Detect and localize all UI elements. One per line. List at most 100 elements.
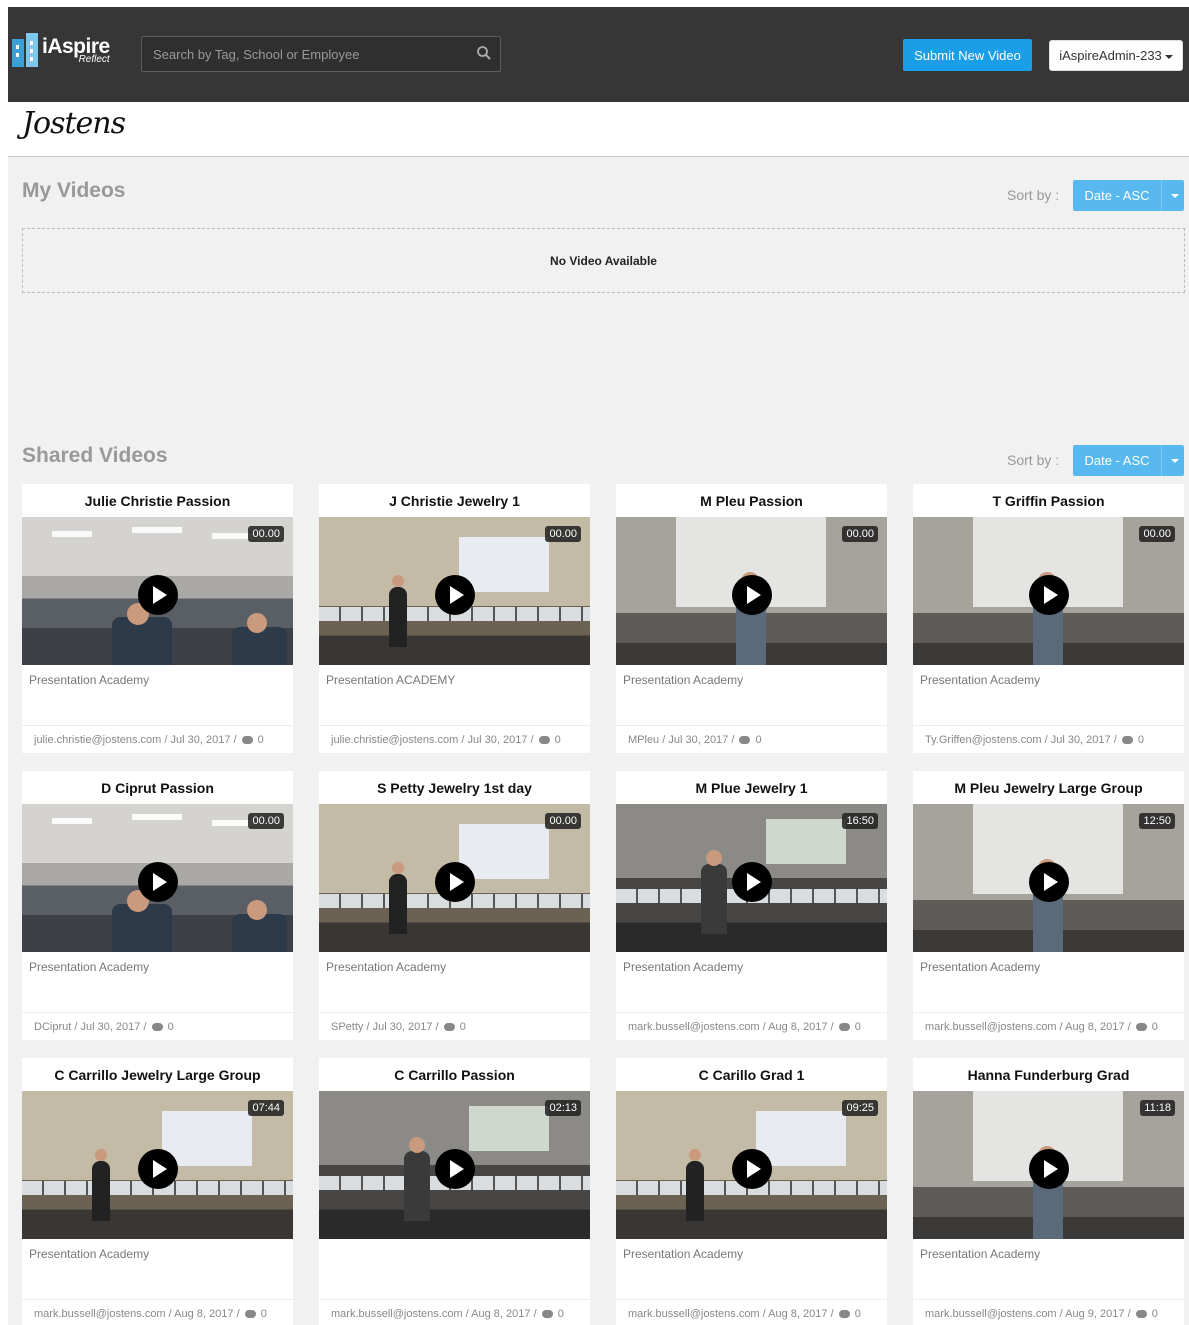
video-thumbnail[interactable]: 09:25 [616, 1091, 887, 1239]
video-title[interactable]: S Petty Jewelry 1st day [319, 771, 590, 804]
video-card[interactable]: C Carrillo Jewelry Large Group 07:44 Prese… [22, 1058, 293, 1325]
empty-videos-message: No Video Available [22, 228, 1185, 293]
video-category: Presentation Academy [920, 673, 1041, 687]
video-thumbnail[interactable]: 00.00 [319, 517, 590, 665]
video-meta: mark.bussell@jostens.com / Aug 8, 2017 /… [319, 1299, 590, 1325]
submit-new-video-button[interactable]: Submit New Video [903, 39, 1032, 71]
video-comment-count: 0 [167, 1021, 174, 1033]
comments-icon [443, 1023, 455, 1032]
video-card[interactable]: Hanna Funderburg Grad 11:18 Presentation A… [913, 1058, 1184, 1325]
play-icon[interactable] [1028, 575, 1069, 615]
play-icon[interactable] [434, 862, 475, 902]
video-author: julie.christie@jostens.com [34, 734, 162, 746]
video-title[interactable]: T Griffin Passion [913, 484, 1184, 517]
building-icon [12, 33, 38, 67]
video-thumbnail[interactable]: 00.00 [22, 517, 293, 665]
video-title[interactable]: M Pleu Passion [616, 484, 887, 517]
video-title[interactable]: M Plue Jewelry 1 [616, 771, 887, 804]
video-card[interactable]: M Pleu Passion 00.00 Presentation Academy M… [616, 484, 887, 753]
video-date: Aug 8, 2017 [768, 1021, 828, 1033]
video-title[interactable]: D Ciprut Passion [22, 771, 293, 804]
caret-down-icon [1170, 193, 1179, 198]
video-title[interactable]: C Carillo Grad 1 [616, 1058, 887, 1091]
video-meta: julie.christie@jostens.com / Jul 30, 201… [22, 725, 293, 753]
app-logo[interactable]: iAspire Reflect [12, 33, 110, 67]
video-duration: 07:44 [248, 1100, 284, 1116]
comments-icon [1135, 1023, 1147, 1032]
video-title[interactable]: C Carrillo Jewelry Large Group [22, 1058, 293, 1091]
video-card[interactable]: C Carrillo Passion 02:13 mark.bussell@jost… [319, 1058, 590, 1325]
comments-icon [244, 1310, 256, 1319]
video-meta: mark.bussell@jostens.com / Aug 8, 2017 /… [616, 1012, 887, 1040]
video-duration: 02:13 [545, 1100, 581, 1116]
video-date: Jul 30, 2017 [467, 734, 528, 746]
video-card[interactable]: C Carillo Grad 1 09:25 Presentation Academ… [616, 1058, 887, 1325]
my-videos-title: My Videos [22, 179, 126, 202]
video-title[interactable]: Julie Christie Passion [22, 484, 293, 517]
video-category: Presentation Academy [29, 673, 150, 687]
video-title[interactable]: M Pleu Jewelry Large Group [913, 771, 1184, 804]
video-thumbnail[interactable]: 16:50 [616, 804, 887, 952]
video-thumbnail[interactable]: 00.00 [616, 517, 887, 665]
video-card[interactable]: D Ciprut Passion 00.00 Presentation Academ… [22, 771, 293, 1040]
video-comment-count: 0 [260, 1308, 267, 1320]
video-author: mark.bussell@jostens.com [331, 1308, 463, 1320]
search-box [141, 36, 501, 72]
video-comment-count: 0 [557, 1308, 564, 1320]
video-thumbnail[interactable]: 00.00 [22, 804, 293, 952]
video-duration: 09:25 [842, 1100, 878, 1116]
video-date: Aug 9, 2017 [1065, 1308, 1125, 1320]
comments-icon [151, 1023, 163, 1032]
video-card[interactable]: T Griffin Passion 00.00 Presentation Acade… [913, 484, 1184, 753]
video-card[interactable]: S Petty Jewelry 1st day 00.00 Presentation… [319, 771, 590, 1040]
video-comment-count: 0 [1151, 1021, 1158, 1033]
play-icon[interactable] [731, 862, 772, 902]
play-icon[interactable] [137, 1149, 178, 1189]
video-author: mark.bussell@jostens.com [925, 1308, 1057, 1320]
play-icon[interactable] [731, 575, 772, 615]
play-icon[interactable] [434, 1149, 475, 1189]
video-duration: 12:50 [1139, 813, 1175, 829]
video-thumbnail[interactable]: 11:18 [913, 1091, 1184, 1239]
video-date: Jul 30, 2017 [170, 734, 231, 746]
shared-videos-sort-dropdown[interactable]: Date - ASC [1073, 445, 1184, 476]
video-thumbnail[interactable]: 02:13 [319, 1091, 590, 1239]
play-icon[interactable] [1028, 862, 1069, 902]
video-card[interactable]: J Christie Jewelry 1 00.00 Presentation AC… [319, 484, 590, 753]
video-thumbnail[interactable]: 12:50 [913, 804, 1184, 952]
video-category: Presentation Academy [623, 673, 744, 687]
video-thumbnail[interactable]: 07:44 [22, 1091, 293, 1239]
video-title[interactable]: J Christie Jewelry 1 [319, 484, 590, 517]
video-author: mark.bussell@jostens.com [925, 1021, 1057, 1033]
play-icon[interactable] [731, 1149, 772, 1189]
video-comment-count: 0 [1151, 1308, 1158, 1320]
play-icon[interactable] [434, 575, 475, 615]
video-card[interactable]: M Pleu Jewelry Large Group 12:50 Presentat… [913, 771, 1184, 1040]
user-menu-button[interactable]: iAspireAdmin-233 [1049, 40, 1183, 71]
video-thumbnail[interactable]: 00.00 [319, 804, 590, 952]
video-date: Jul 30, 2017 [1050, 734, 1111, 746]
video-title[interactable]: C Carrillo Passion [319, 1058, 590, 1091]
play-icon[interactable] [137, 862, 178, 902]
search-input[interactable] [142, 37, 462, 71]
video-category: Presentation Academy [920, 960, 1041, 974]
empty-message-text: No Video Available [550, 253, 657, 268]
my-videos-sort-dropdown[interactable]: Date - ASC [1073, 180, 1184, 211]
video-duration: 00.00 [248, 526, 284, 542]
video-category: Presentation Academy [920, 1247, 1041, 1261]
video-card[interactable]: Julie Christie Passion 00.00 Presentation … [22, 484, 293, 753]
play-icon[interactable] [1028, 1149, 1069, 1189]
video-date: Jul 30, 2017 [668, 734, 729, 746]
comments-icon [838, 1023, 850, 1032]
video-author: MPleu [628, 734, 660, 746]
video-card[interactable]: M Plue Jewelry 1 16:50 Presentation Academ… [616, 771, 887, 1040]
video-category: Presentation Academy [623, 1247, 744, 1261]
video-thumbnail[interactable]: 00.00 [913, 517, 1184, 665]
play-icon[interactable] [137, 575, 178, 615]
comments-icon [739, 736, 751, 745]
video-comment-count: 0 [854, 1308, 861, 1320]
video-date: Aug 8, 2017 [768, 1308, 828, 1320]
video-title[interactable]: Hanna Funderburg Grad [913, 1058, 1184, 1091]
comments-icon [241, 736, 253, 745]
search-icon[interactable] [476, 45, 492, 61]
